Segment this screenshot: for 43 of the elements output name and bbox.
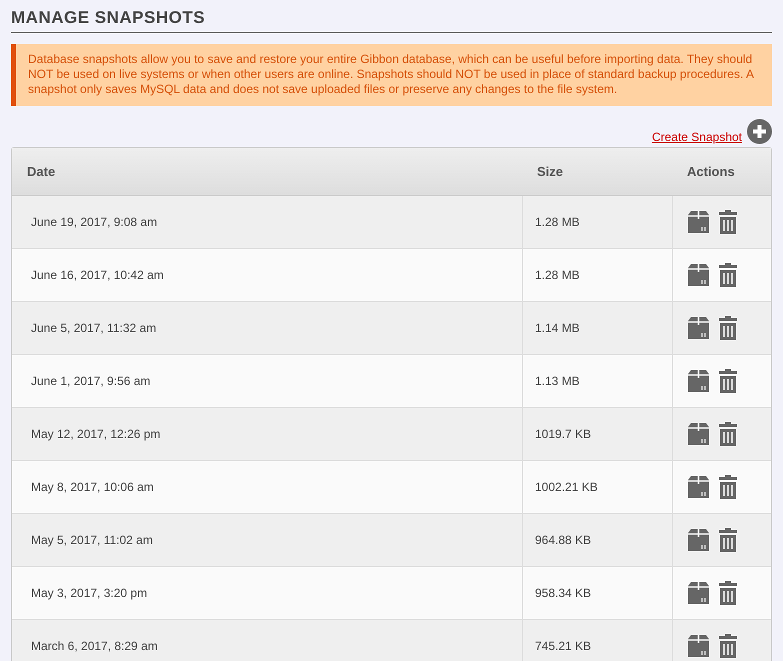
trash-icon[interactable]	[719, 369, 737, 393]
size-cell: 1.14 MB	[522, 302, 672, 354]
box-icon[interactable]	[686, 528, 711, 552]
create-snapshot-link[interactable]: Create Snapshot	[652, 130, 742, 144]
trash-icon[interactable]	[719, 316, 737, 340]
date-cell-text: May 5, 2017, 11:02 am	[30, 532, 154, 549]
box-icon[interactable]	[686, 475, 711, 499]
size-cell: 964.88 KB	[522, 514, 672, 566]
size-cell: 1.13 MB	[522, 355, 672, 407]
box-icon[interactable]	[686, 369, 711, 393]
column-header: Date	[26, 163, 56, 181]
box-icon[interactable]	[686, 210, 711, 234]
trash-icon[interactable]	[719, 422, 737, 446]
box-icon[interactable]	[686, 634, 711, 658]
trash-icon[interactable]	[719, 634, 737, 658]
size-cell: 1.28 MB	[522, 196, 672, 248]
size-cell: 1002.21 KB	[522, 461, 672, 513]
size-cell: 1.28 MB	[522, 249, 672, 301]
trash-icon[interactable]	[719, 475, 737, 499]
date-cell-text: June 16, 2017, 10:42 am	[30, 267, 165, 284]
date-cell-text: May 12, 2017, 12:26 pm	[30, 426, 162, 443]
size-cell: 958.34 KB	[522, 567, 672, 619]
date-cell-text: June 1, 2017, 9:56 am	[30, 373, 152, 390]
warning-message: Database snapshots allow you to save and restore your entire Gibbon database, which can be useful before importing data. They should NOT be used on live systems or when other users are online. Snapshots should NOT be used in place of standard backup procedures. A snapshot only saves MySQL data and does not save uploaded files or preserve any changes to the file system.	[11, 44, 772, 106]
date-cell-text: May 8, 2017, 10:06 am	[30, 479, 155, 496]
add-icon[interactable]	[747, 119, 772, 144]
date-cell-text: May 3, 2017, 3:20 pm	[30, 585, 148, 602]
box-icon[interactable]	[686, 263, 711, 287]
box-icon[interactable]	[686, 422, 711, 446]
column-header: Size	[536, 163, 564, 181]
box-icon[interactable]	[686, 316, 711, 340]
trash-icon[interactable]	[719, 263, 737, 287]
trash-icon[interactable]	[719, 210, 737, 234]
page-title: MANAGE SNAPSHOTS	[11, 8, 772, 33]
trash-icon[interactable]	[719, 528, 737, 552]
box-icon[interactable]	[686, 581, 711, 605]
date-cell-text: March 6, 2017, 8:29 am	[30, 638, 159, 655]
column-header: Actions	[686, 163, 736, 181]
size-cell: 1019.7 KB	[522, 408, 672, 460]
trash-icon[interactable]	[719, 581, 737, 605]
date-cell-text: June 5, 2017, 11:32 am	[30, 320, 158, 337]
date-cell-text: June 19, 2017, 9:08 am	[30, 214, 158, 231]
size-cell: 745.21 KB	[522, 620, 672, 661]
